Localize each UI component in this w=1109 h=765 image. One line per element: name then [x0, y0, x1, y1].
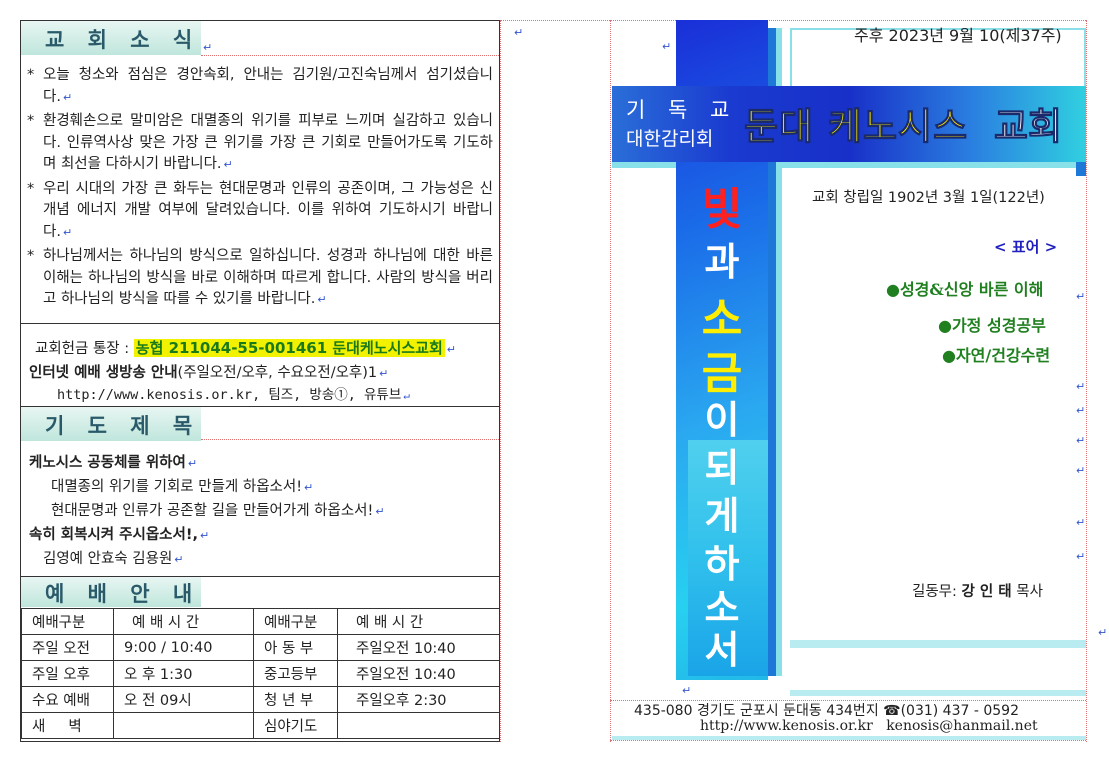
news-list: * 오늘 청소와 점심은 경안속회, 안내는 김기원/고진숙님께서 섬기셨습니다.… [27, 65, 493, 314]
news-item: * 환경훼손으로 말미암은 대멸종의 위기를 피부로 느끼며 실감하고 있습니다.… [27, 113, 493, 172]
table-cell: 아 동 부 [253, 634, 338, 661]
table-cell: 수요 예배 [21, 686, 114, 713]
broadcast-line: 인터넷 예배 생방송 안내(주일오전/오후, 수요오전/오후)1 ↵ [29, 365, 389, 381]
vertical-char: 되 [704, 445, 740, 490]
offering-account: 농협 211044-55-001461 둔대케노시스교회 [133, 339, 445, 357]
table-cell: 오 후 1:30 [113, 660, 254, 687]
table-header: 예배구분 [253, 608, 338, 635]
vertical-char: 과 [704, 239, 740, 284]
motto-item-2: ●가정 성경공부 [938, 316, 1046, 335]
table-cell: 새 벽 [21, 712, 114, 739]
church-name: 둔대 케노시스 [743, 105, 969, 149]
vertical-char: 서 [704, 627, 740, 672]
table-cell: 주일 오후 [21, 660, 114, 687]
table-cell [337, 712, 500, 739]
church-address: 435-080 경기도 군포시 둔대동 434번지 ☎(031) 437 - 0… [634, 703, 1019, 719]
table-cell: 주일오전 10:40 [337, 660, 500, 687]
worship-title: 예 배 안 내 [45, 581, 201, 606]
table-cell: 오 전 09시 [113, 686, 254, 713]
date-line: 주후 2023년 9월 10(제37주) [854, 26, 1062, 45]
left-column: 교 회 소 식 ↵ * 오늘 청소와 점심은 경안속회, 안내는 김기원/고진숙님… [20, 20, 500, 742]
table-header: 예 배 시 간 [337, 608, 500, 635]
motto-title: < 표어 > [994, 238, 1058, 256]
vertical-char: 빛 [701, 184, 743, 235]
prayer-line-1: 대멸종의 위기를 기회로 만들게 하옵소서! ↵ [51, 479, 314, 495]
pastor-line: 길동무: 강 인 태 목사 [912, 580, 1043, 601]
email-link[interactable]: kenosis@hanmail.net [886, 718, 1037, 734]
prayer-names: 김영예 안효숙 김용원 ↵ [43, 551, 184, 567]
news-item: * 오늘 청소와 점심은 경안속회, 안내는 김기원/고진숙님께서 섬기셨습니다.… [27, 67, 493, 105]
table-cell: 심야기도 [253, 712, 338, 739]
news-item: * 우리 시대의 가장 큰 화두는 현대문명과 인류의 공존이며, 그 가능성은 … [27, 180, 493, 240]
table-cell: 주일오후 2:30 [337, 686, 500, 713]
church-word: 교회 [993, 105, 1063, 149]
table-cell: 9:00 / 10:40 [113, 634, 254, 661]
broadcast-title: 인터넷 예배 생방송 안내 [29, 365, 178, 381]
table-header: 예배구분 [21, 608, 114, 635]
vertical-char: 소 [704, 585, 740, 630]
vertical-char: 소 [701, 294, 743, 345]
denomination-line-1: 기 독 교 [626, 98, 738, 122]
prayer-title: 기 도 제 목 [45, 413, 201, 438]
prayer-group-2: 속히 회복시켜 주시옵소서!, ↵ [29, 527, 210, 543]
table-cell: 중고등부 [253, 660, 338, 687]
offering-label: 교회헌금 통장 : [35, 341, 130, 357]
table-cell: 청 년 부 [253, 686, 338, 713]
worship-table: 예배구분 예 배 시 간 예배구분 예 배 시 간 주일 오전 9:00 / 1… [21, 608, 500, 739]
broadcast-urls: http://www.kenosis.or.kr, 팀즈, 방송①, 유튜브 ↵ [57, 387, 410, 403]
prayer-line-2: 현대문명과 인류가 공존할 길을 만들어가게 하옵소서! ↵ [51, 503, 385, 519]
worship-header: 예 배 안 내 [21, 577, 201, 607]
pastor-title: 목사 [1016, 584, 1043, 600]
table-header-row: 예배구분 예 배 시 간 예배구분 예 배 시 간 [21, 608, 500, 635]
news-header: 교 회 소 식 [21, 21, 201, 55]
pastor-name: 강 인 태 [961, 584, 1012, 600]
news-item: * 하나님께서는 하나님의 방식으로 일하십니다. 성경과 하나님에 대한 바른 … [27, 248, 493, 307]
prayer-header: 기 도 제 목 [21, 407, 201, 441]
broadcast-detail: (주일오전/오후, 수요오전/오후)1 [177, 365, 378, 381]
prayer-group-1: 케노시스 공동체를 위하여 ↵ [29, 455, 198, 471]
vertical-char: 하 [704, 541, 740, 586]
table-row: 주일 오후 오 후 1:30 중고등부 주일오전 10:40 [21, 660, 500, 687]
motto-item-1: ●성경&신앙 바른 이해 [886, 280, 1044, 299]
motto-item-3: ●자연/건강수련 [942, 346, 1051, 365]
vertical-char: 금 [701, 348, 743, 399]
table-row: 주일 오전 9:00 / 10:40 아 동 부 주일오전 10:40 [21, 634, 500, 661]
pastor-label: 길동무: [912, 584, 957, 600]
founded-date: 교회 창립일 1902년 3월 1일(122년) [812, 190, 1045, 206]
vertical-char: 이 [704, 397, 740, 442]
table-cell [113, 712, 254, 739]
vertical-char: 게 [704, 493, 740, 538]
table-cell: 주일오전 10:40 [337, 634, 500, 661]
contact-line: http://www.kenosis.or.kr kenosis@hanmail… [700, 718, 1038, 734]
table-cell: 주일 오전 [21, 634, 114, 661]
news-title: 교 회 소 식 [45, 27, 201, 52]
table-header: 예 배 시 간 [113, 608, 254, 635]
website-link[interactable]: http://www.kenosis.or.kr [700, 718, 873, 734]
table-row: 수요 예배 오 전 09시 청 년 부 주일오후 2:30 [21, 686, 500, 713]
offering-line: 교회헌금 통장 : 농협 211044-55-001461 둔대케노시스교회 ↵ [35, 339, 456, 357]
table-row: 새 벽 심야기도 [21, 712, 500, 739]
denomination-line-2: 대한감리회 [626, 128, 714, 150]
